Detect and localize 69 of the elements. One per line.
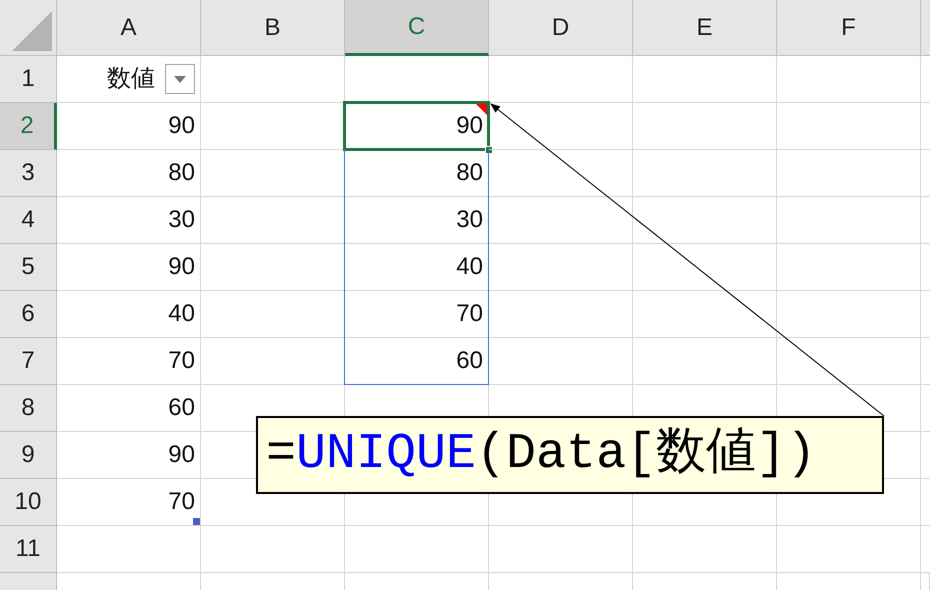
cell[interactable]: 90 <box>57 432 201 479</box>
cell[interactable] <box>57 526 201 573</box>
column-header[interactable]: D <box>489 0 633 56</box>
cell[interactable] <box>777 244 921 291</box>
cell[interactable] <box>489 56 633 103</box>
cell[interactable] <box>777 56 921 103</box>
row-header[interactable]: 4 <box>0 197 57 244</box>
cell[interactable]: 70 <box>57 479 201 526</box>
cell[interactable] <box>633 197 777 244</box>
cell[interactable] <box>201 56 345 103</box>
row-header[interactable]: 7 <box>0 338 57 385</box>
cell[interactable]: 70 <box>57 338 201 385</box>
cell[interactable]: 80 <box>57 150 201 197</box>
row-header[interactable]: 3 <box>0 150 57 197</box>
formula-tooltip: =UNIQUE(Data[数値]) <box>256 416 884 494</box>
row-header[interactable]: 9 <box>0 432 57 479</box>
cell[interactable] <box>633 244 777 291</box>
cell[interactable]: 60 <box>345 338 489 385</box>
cell[interactable]: 90 <box>57 244 201 291</box>
cell[interactable]: 90 <box>57 103 201 150</box>
select-all-icon[interactable] <box>12 11 52 51</box>
row-header[interactable] <box>0 573 57 590</box>
filter-dropdown-button[interactable] <box>165 64 195 94</box>
cell[interactable] <box>633 150 777 197</box>
cell[interactable] <box>201 526 345 573</box>
cell[interactable] <box>633 103 777 150</box>
cell[interactable]: 30 <box>57 197 201 244</box>
column-heading: 数値 <box>107 64 155 94</box>
cell[interactable]: 80 <box>345 150 489 197</box>
cell[interactable]: 40 <box>345 244 489 291</box>
cell[interactable] <box>777 150 921 197</box>
cell[interactable] <box>633 526 777 573</box>
column-header[interactable]: C <box>345 0 489 56</box>
row-header[interactable]: 1 <box>0 56 57 103</box>
cell[interactable] <box>777 526 921 573</box>
cell[interactable]: 40 <box>57 291 201 338</box>
row-header[interactable]: 5 <box>0 244 57 291</box>
cell[interactable] <box>489 150 633 197</box>
cell[interactable] <box>489 338 633 385</box>
row-header[interactable]: 6 <box>0 291 57 338</box>
cell[interactable] <box>633 56 777 103</box>
cell[interactable]: 70 <box>345 291 489 338</box>
cell[interactable] <box>777 197 921 244</box>
cell[interactable] <box>489 526 633 573</box>
cell[interactable] <box>489 291 633 338</box>
caret-icon <box>174 76 186 82</box>
cell[interactable] <box>777 291 921 338</box>
column-header[interactable]: A <box>57 0 201 56</box>
column-header[interactable] <box>921 0 930 56</box>
cell[interactable] <box>489 197 633 244</box>
cell[interactable] <box>633 291 777 338</box>
cell[interactable]: 90 <box>345 103 489 150</box>
column-header[interactable]: E <box>633 0 777 56</box>
cell[interactable]: 30 <box>345 197 489 244</box>
cell[interactable] <box>777 103 921 150</box>
column-header[interactable]: B <box>201 0 345 56</box>
table-resize-handle[interactable] <box>193 518 200 525</box>
cell[interactable] <box>345 526 489 573</box>
row-header[interactable]: 8 <box>0 385 57 432</box>
cell[interactable] <box>633 338 777 385</box>
column-header[interactable]: F <box>777 0 921 56</box>
row-header[interactable]: 2 <box>0 103 57 150</box>
cell[interactable] <box>489 244 633 291</box>
row-header[interactable]: 10 <box>0 479 57 526</box>
cell[interactable]: 60 <box>57 385 201 432</box>
cell[interactable] <box>489 103 633 150</box>
row-header[interactable]: 11 <box>0 526 57 573</box>
cell[interactable]: 数値 <box>57 56 201 103</box>
cell[interactable] <box>777 338 921 385</box>
